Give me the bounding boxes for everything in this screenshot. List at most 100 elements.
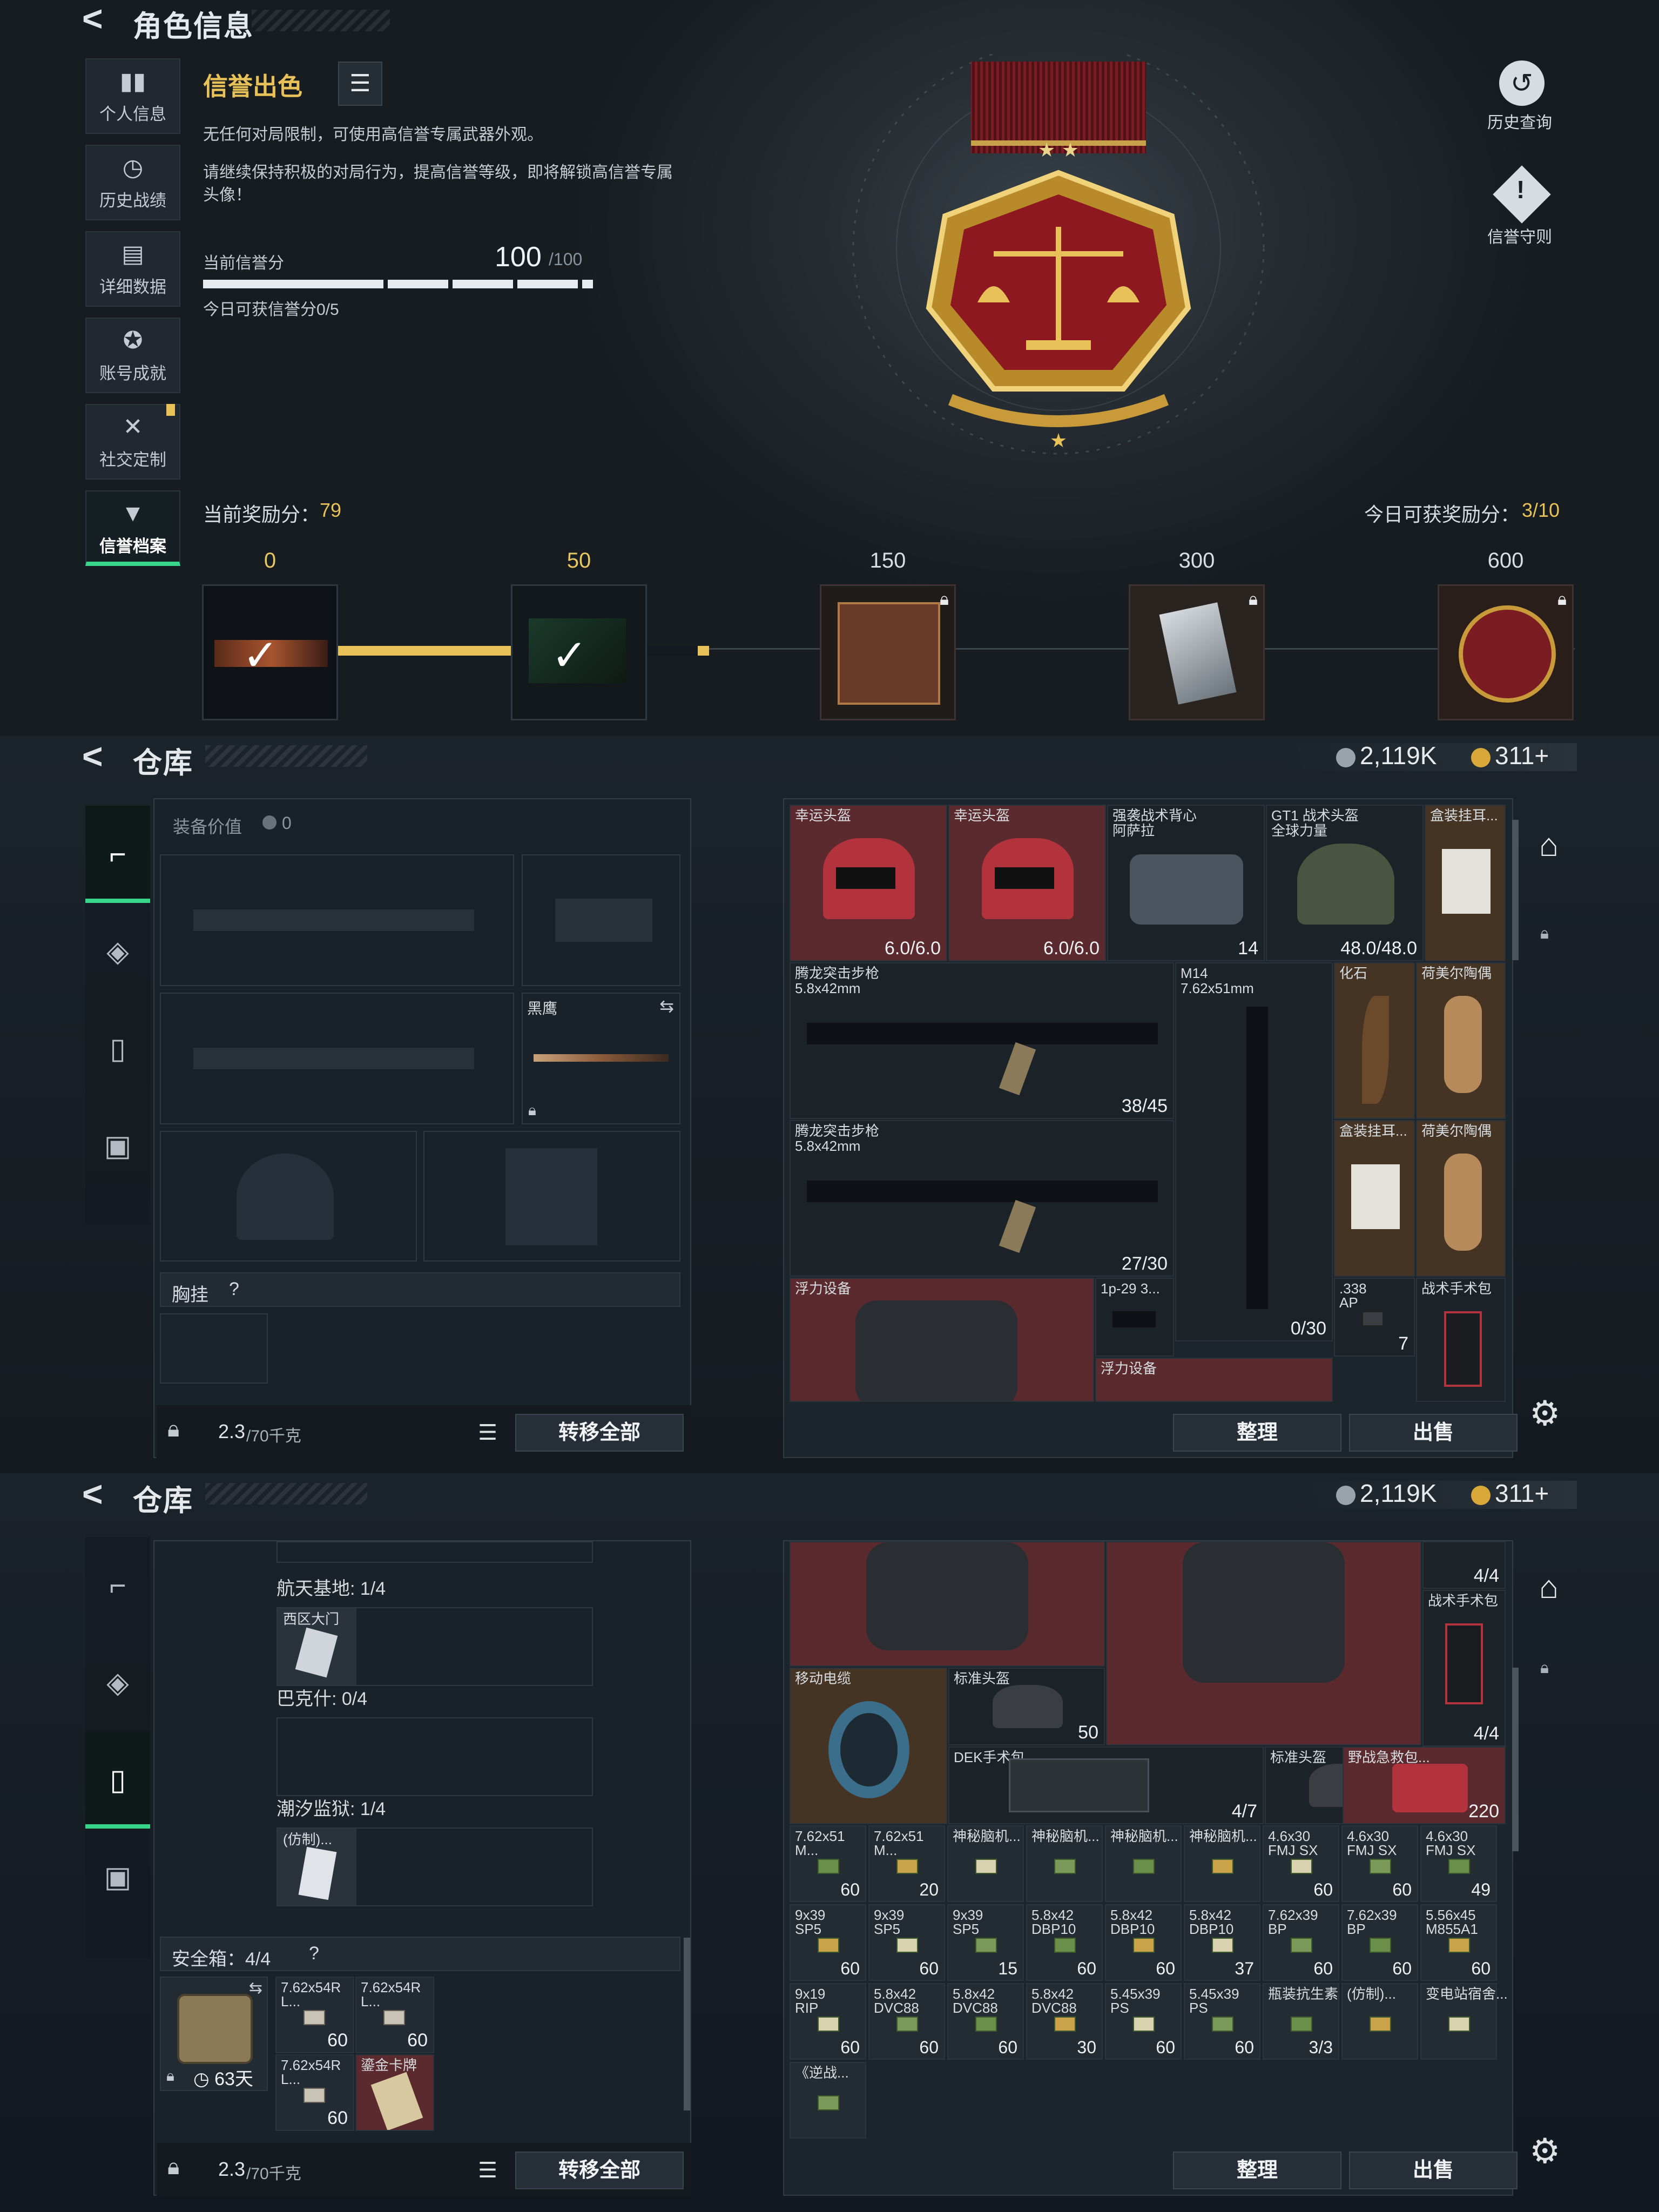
- stash-item[interactable]: GT1 战术头盔 全球力量 48.0/48.0: [1266, 805, 1424, 961]
- case-category-icon[interactable]: ▣: [85, 1829, 150, 1926]
- stash-item[interactable]: 4.6x30 FMJ SX 60: [1341, 1825, 1418, 1902]
- stash-item[interactable]: M14 7.62x51mm 0/30: [1175, 962, 1333, 1341]
- currency-gold[interactable]: 311+: [1471, 1479, 1549, 1508]
- history-query-label[interactable]: 历史查询: [1487, 109, 1552, 133]
- stash-item[interactable]: 幸运头盔 6.0/6.0: [948, 805, 1106, 961]
- safe-item[interactable]: 鎏金卡牌: [355, 2054, 434, 2131]
- stash-item[interactable]: 7.62x39 BP 60: [1263, 1904, 1339, 1981]
- stash-item[interactable]: 战术手术包 4/4: [1422, 1590, 1506, 1746]
- stash-item[interactable]: 5.8x42 DVC88 60: [868, 1983, 945, 2060]
- stash-item[interactable]: 5.8x42 DBP10 37: [1184, 1904, 1260, 1981]
- key-item[interactable]: 西区大门: [278, 1608, 356, 1685]
- case-category-icon[interactable]: ▣: [85, 1097, 150, 1195]
- stash-item[interactable]: (仿制)...: [1341, 1983, 1418, 2060]
- lock-icon[interactable]: 🔒︎: [167, 1416, 179, 1442]
- swap-icon[interactable]: ⇆: [659, 996, 674, 1016]
- tab-personal-info[interactable]: ▮▮ 个人信息: [85, 58, 180, 134]
- stash-item[interactable]: 盒装挂耳...: [1425, 805, 1506, 961]
- stash-item[interactable]: 盒装挂耳...: [1334, 1120, 1415, 1277]
- list-icon[interactable]: ☰: [472, 2155, 503, 2186]
- sort-button[interactable]: 整理: [1173, 1414, 1341, 1452]
- stash-item[interactable]: 移动电缆: [790, 1668, 947, 1824]
- stash-item[interactable]: 《逆战...: [790, 2062, 866, 2139]
- reward-tile[interactable]: 🔒︎: [1129, 584, 1265, 720]
- stash-item[interactable]: [1106, 1541, 1421, 1745]
- stash-item[interactable]: 4/4: [1422, 1541, 1506, 1589]
- stash-item[interactable]: 9x39 SP5 60: [868, 1904, 945, 1981]
- bag-category-icon[interactable]: ▯: [85, 1000, 150, 1097]
- key-slot-row[interactable]: 西区大门: [276, 1607, 593, 1686]
- stash-item[interactable]: 荷美尔陶偶: [1416, 962, 1506, 1119]
- armor-slot[interactable]: [423, 1131, 680, 1262]
- back-arrow-icon[interactable]: <: [82, 736, 103, 777]
- stash-item[interactable]: DEK手术包 4/7: [948, 1746, 1264, 1824]
- stash-item[interactable]: 4.6x30 FMJ SX 60: [1263, 1825, 1339, 1902]
- reward-tile[interactable]: 🔒︎: [820, 584, 956, 720]
- stash-item[interactable]: 野战急救包... 220: [1343, 1746, 1506, 1824]
- tab-history[interactable]: ◷ 历史战绩: [85, 145, 180, 220]
- stash-item[interactable]: 9x39 SP5 15: [947, 1904, 1024, 1981]
- sell-button[interactable]: 出售: [1349, 1414, 1518, 1452]
- currency-gold[interactable]: 311+: [1471, 741, 1549, 770]
- reward-tile[interactable]: 🔒︎: [1438, 584, 1574, 720]
- stash-item[interactable]: [790, 1541, 1105, 1667]
- primary-weapon-slot[interactable]: [160, 854, 514, 986]
- list-icon[interactable]: ☰: [472, 1417, 503, 1448]
- transfer-all-button[interactable]: 转移全部: [515, 1414, 684, 1452]
- stash-item[interactable]: 幸运头盔 6.0/6.0: [790, 805, 947, 961]
- lock-icon[interactable]: 🔒︎: [167, 2154, 179, 2180]
- help-icon[interactable]: ?: [309, 1943, 319, 1964]
- storage-icon[interactable]: ⌂: [1526, 1568, 1572, 1614]
- armor-category-icon[interactable]: ◈: [85, 1634, 150, 1731]
- safe-item[interactable]: 7.62x54R L... 60: [355, 1977, 434, 2053]
- stash-item[interactable]: 5.8x42 DVC88 60: [947, 1983, 1024, 2060]
- help-icon[interactable]: ?: [229, 1279, 239, 1300]
- stash-item[interactable]: 化石: [1334, 962, 1415, 1119]
- stash-item[interactable]: 9x19 RIP 60: [790, 1983, 866, 2060]
- key-item[interactable]: (仿制)...: [278, 1829, 356, 1905]
- rules-label[interactable]: 信誉守则: [1487, 224, 1552, 247]
- sell-button[interactable]: 出售: [1349, 2152, 1518, 2189]
- history-clock-icon[interactable]: ↺: [1499, 60, 1545, 106]
- sort-button[interactable]: 整理: [1173, 2152, 1341, 2189]
- swap-icon[interactable]: ⇆: [249, 1979, 262, 1998]
- stash-item[interactable]: 4.6x30 FMJ SX 49: [1420, 1825, 1497, 1902]
- pistol-slot[interactable]: [522, 854, 680, 986]
- transfer-all-button[interactable]: 转移全部: [515, 2152, 684, 2189]
- safe-case-slot[interactable]: ⇆ 🔒︎ ◷ 63天: [160, 1977, 268, 2091]
- stash-item[interactable]: 腾龙突击步枪 5.8x42mm 27/30: [790, 1120, 1174, 1277]
- stash-item[interactable]: 荷美尔陶偶: [1416, 1120, 1506, 1277]
- lock-icon[interactable]: 🔒︎: [1540, 925, 1549, 943]
- stash-item[interactable]: 1p-29 3...: [1095, 1278, 1174, 1357]
- stash-item[interactable]: 5.8x42 DBP10 60: [1026, 1904, 1103, 1981]
- back-arrow-icon[interactable]: <: [82, 1473, 103, 1514]
- stash-item[interactable]: 神秘脑机...: [1184, 1825, 1260, 1902]
- storage-icon[interactable]: ⌂: [1526, 826, 1572, 872]
- stash-item[interactable]: 5.45x39 PS 60: [1184, 1983, 1260, 2060]
- gear-icon[interactable]: ⚙: [1529, 1393, 1560, 1434]
- armor-category-icon[interactable]: ◈: [85, 903, 150, 1000]
- stash-item[interactable]: 9x39 SP5 60: [790, 1904, 866, 1981]
- stash-item[interactable]: 7.62x39 BP 60: [1341, 1904, 1418, 1981]
- stash-item[interactable]: 7.62x51 M... 60: [790, 1825, 866, 1902]
- safe-item[interactable]: 7.62x54R L... 60: [275, 2054, 354, 2131]
- key-slot-row[interactable]: (仿制)...: [276, 1827, 593, 1906]
- reward-tile[interactable]: ✓: [202, 584, 338, 720]
- safe-item[interactable]: 7.62x54R L... 60: [275, 1977, 354, 2053]
- stash-item[interactable]: 战术手术包: [1416, 1278, 1506, 1402]
- stash-item[interactable]: 标准头盔 50: [948, 1668, 1105, 1745]
- stash-item[interactable]: 5.8x42 DBP10 60: [1105, 1904, 1182, 1981]
- chest-rig-slot[interactable]: [160, 1313, 268, 1384]
- helmet-slot[interactable]: [160, 1131, 417, 1262]
- stash-item[interactable]: 浮力设备: [1095, 1358, 1333, 1402]
- tab-reputation[interactable]: ▼ 信誉档案: [85, 490, 180, 566]
- knife-slot[interactable]: 黑鹰 ⇆ 🔒︎: [522, 993, 680, 1124]
- stash-scrollbar[interactable]: [1512, 1668, 1519, 1851]
- key-slot-row[interactable]: [276, 1717, 593, 1796]
- weapon-category-icon[interactable]: ⌐: [85, 806, 150, 903]
- stash-item[interactable]: 7.62x51 M... 20: [868, 1825, 945, 1902]
- stash-item[interactable]: 强袭战术背心 阿萨拉 14: [1107, 805, 1265, 961]
- stash-item[interactable]: 神秘脑机...: [1026, 1825, 1103, 1902]
- stash-item[interactable]: 神秘脑机...: [1105, 1825, 1182, 1902]
- stash-item[interactable]: 5.8x42 DVC88 30: [1026, 1983, 1103, 2060]
